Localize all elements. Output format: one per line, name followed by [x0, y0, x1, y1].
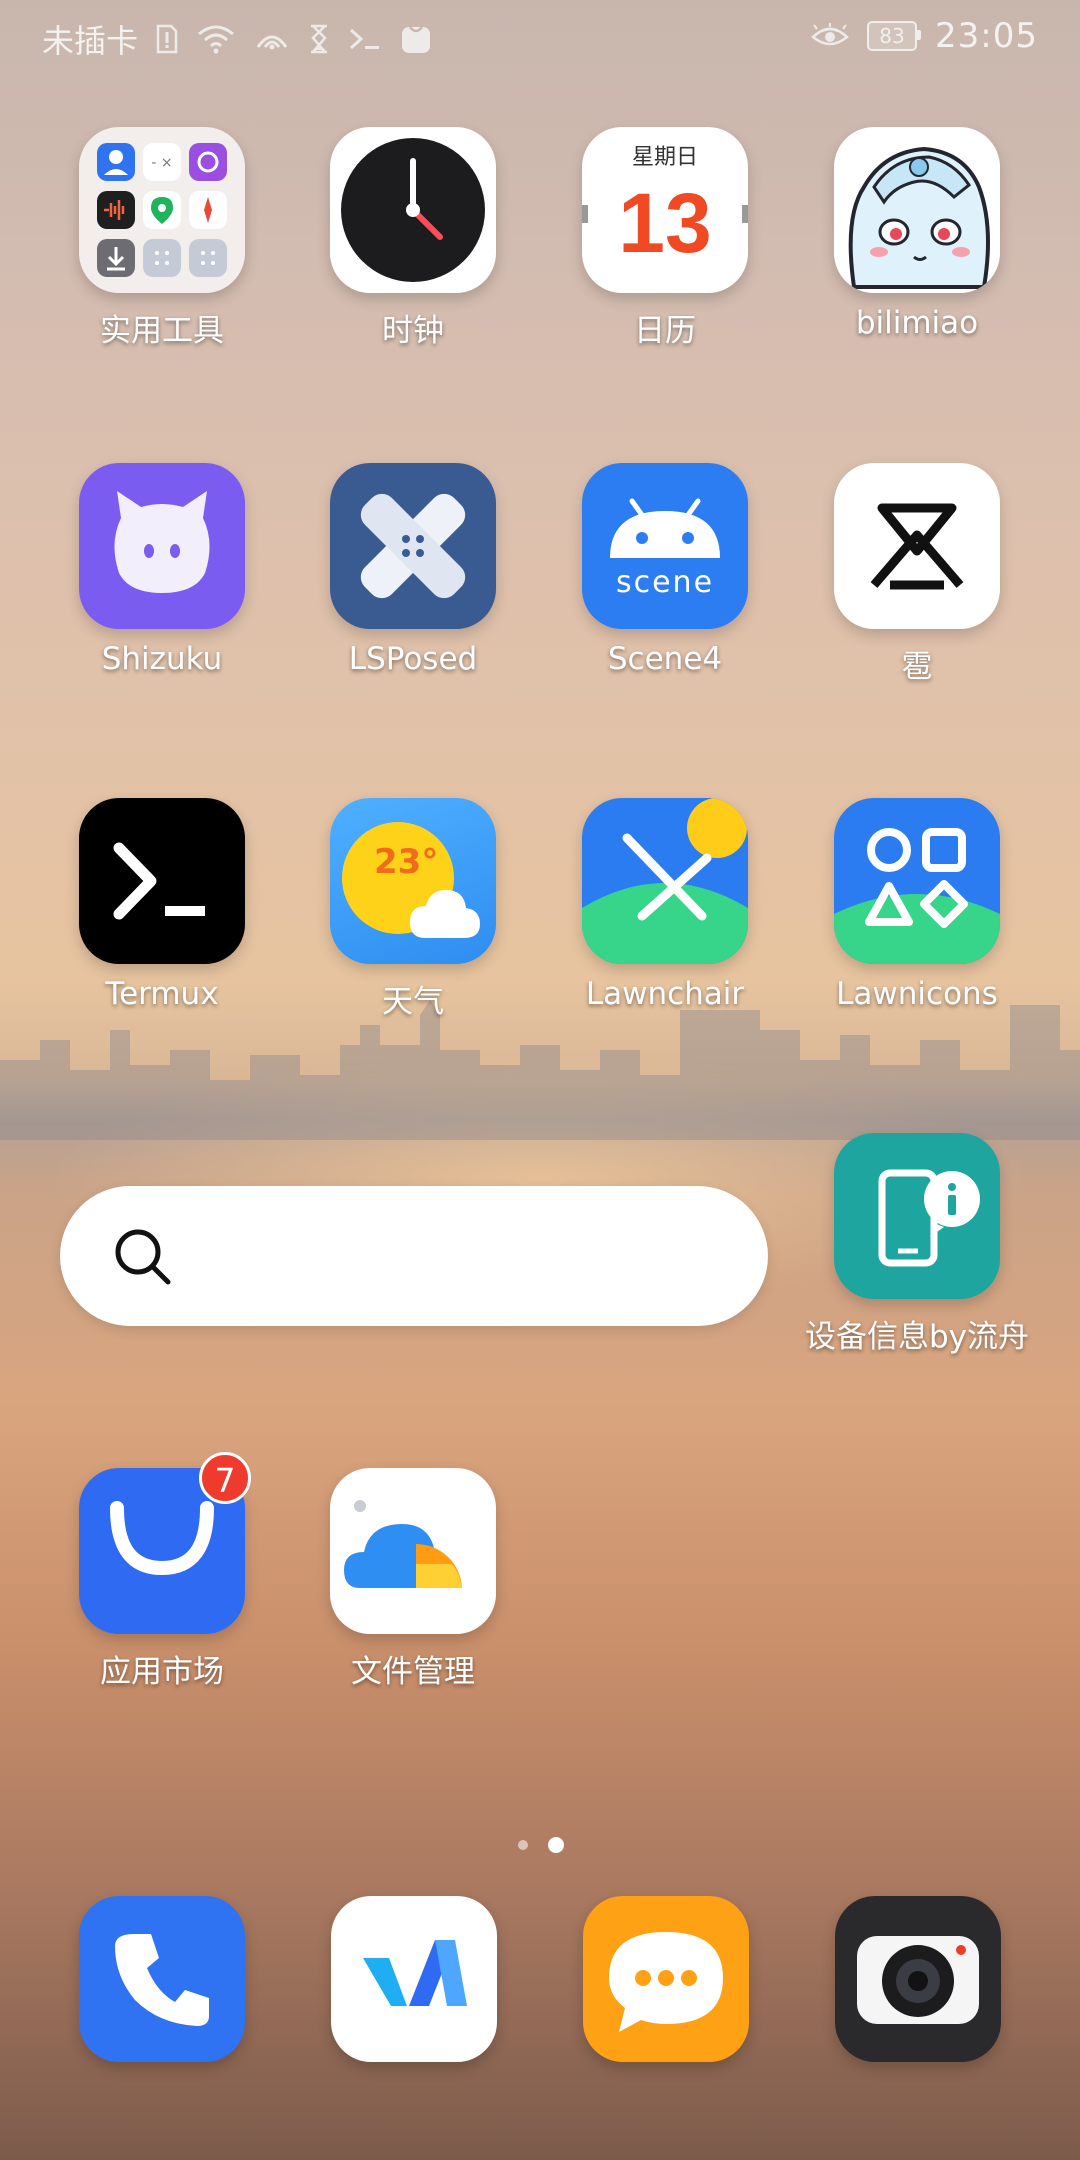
browser-icon — [331, 1940, 497, 2062]
notification-badge: 7 — [199, 1452, 251, 1504]
app-weather[interactable]: 23° 天气 — [298, 798, 528, 1021]
app-label: Shizuku — [101, 641, 223, 677]
file-manager-icon — [330, 1468, 496, 1634]
sim-warning-icon — [156, 24, 178, 54]
calendar-day: 13 — [618, 176, 712, 270]
app-label: Lawnicons — [836, 976, 998, 1012]
notification-app-icon — [400, 23, 432, 55]
device-info-icon — [834, 1133, 1000, 1299]
app-calendar[interactable]: 星期日 13 日历 — [550, 127, 780, 350]
app-label: 日历 — [634, 313, 696, 349]
bilimiao-icon — [834, 127, 1000, 293]
search-icon — [112, 1226, 176, 1294]
page-dot-1[interactable] — [518, 1840, 528, 1850]
dock-messages[interactable] — [583, 1896, 749, 2062]
calendar-weekday: 星期日 — [631, 145, 698, 170]
app-label: 应用市场 — [100, 1654, 224, 1690]
scene-text: scene — [615, 565, 715, 600]
lawnchair-icon — [582, 798, 748, 964]
status-bar: 未插卡 83 23:05 — [0, 0, 1080, 72]
app-label: 设备信息by流舟 — [804, 1319, 1030, 1355]
skyline-silhouette — [0, 1000, 1080, 1140]
lsposed-icon — [330, 463, 496, 629]
app-termux[interactable]: Termux — [47, 798, 277, 1012]
calendar-icon: 星期日 13 — [582, 127, 748, 293]
battery-level: 83 — [879, 24, 905, 48]
carrier-text: 未插卡 — [42, 22, 139, 60]
clock-icon — [330, 127, 496, 293]
app-clock[interactable]: 时钟 — [298, 127, 528, 350]
search-bar[interactable] — [60, 1186, 768, 1326]
shizuku-icon — [79, 463, 245, 629]
status-time: 23:05 — [935, 16, 1038, 56]
app-label: Scene4 — [607, 641, 723, 677]
page-indicator[interactable] — [0, 1835, 1080, 1855]
dock-camera[interactable] — [835, 1896, 1001, 2062]
app-hail[interactable]: 雹 — [802, 463, 1032, 686]
app-label: 天气 — [382, 984, 444, 1020]
termux-icon — [79, 798, 245, 964]
weather-icon: 23° — [330, 798, 496, 964]
app-label: Lawnchair — [585, 976, 745, 1012]
lawnicons-icon — [834, 798, 1000, 964]
terminal-icon — [348, 26, 382, 52]
page-dot-2-active[interactable] — [548, 1837, 564, 1853]
app-lawnicons[interactable]: Lawnicons — [802, 798, 1032, 1012]
app-device-info[interactable]: 设备信息by流舟 — [802, 1133, 1032, 1356]
app-shizuku[interactable]: Shizuku — [47, 463, 277, 677]
app-file-manager[interactable]: 文件管理 — [298, 1468, 528, 1691]
hail-icon — [834, 463, 1000, 629]
app-label: 实用工具 — [100, 313, 224, 349]
app-scene4[interactable]: scene Scene4 — [550, 463, 780, 677]
app-label: 时钟 — [382, 313, 444, 349]
weather-temp: 23° — [374, 842, 439, 882]
app-label: bilimiao — [855, 305, 979, 341]
battery-icon: 83 — [867, 21, 922, 51]
app-label: 文件管理 — [351, 1654, 475, 1690]
app-label: 雹 — [901, 649, 933, 685]
app-label: Termux — [105, 976, 219, 1012]
app-label: LSPosed — [348, 641, 478, 677]
messages-icon — [583, 1932, 749, 2062]
scene-icon: scene — [582, 463, 748, 629]
dock-browser[interactable] — [331, 1896, 497, 2062]
hotspot-icon — [254, 27, 290, 51]
eye-comfort-icon — [811, 23, 849, 49]
folder-icon: - × — [79, 127, 245, 293]
phone-icon — [79, 1934, 245, 2062]
hourglass-icon — [308, 24, 330, 54]
dock-phone[interactable] — [79, 1896, 245, 2062]
app-market[interactable]: 7 应用市场 — [47, 1452, 277, 1691]
app-bilimiao[interactable]: bilimiao — [802, 127, 1032, 341]
camera-icon — [835, 1936, 1001, 2062]
app-lawnchair[interactable]: Lawnchair — [550, 798, 780, 1012]
app-utilities-folder[interactable]: - × 实用工具 — [47, 127, 277, 350]
app-lsposed[interactable]: LSPosed — [298, 463, 528, 677]
svg-text:- ×: - × — [151, 155, 172, 171]
wifi-icon — [196, 24, 236, 54]
